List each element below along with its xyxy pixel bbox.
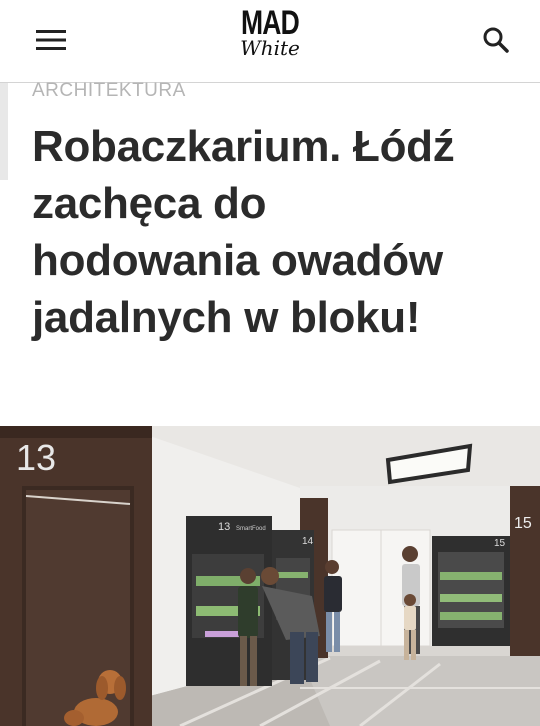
cabinet-number-14: 14 [302,536,314,547]
hero-illustration: 13 15 13 SmartFood 14 15 [0,426,540,726]
article-category[interactable]: ARCHITEKTURA [32,80,186,102]
site-logo[interactable]: MAD White [220,6,320,58]
article-title: Robaczkarium. Łódź zachęca do hodowania … [32,122,455,342]
cabinet-number-15: 15 [494,538,506,549]
door-number: 13 [16,437,56,478]
cabinet-label: SmartFood [236,526,266,532]
site-header: MAD White [0,0,540,83]
cabinet-number-13: 13 [218,521,230,533]
article-hero-image: 13 15 13 SmartFood 14 15 [0,426,540,726]
search-button[interactable] [478,22,514,58]
search-icon [483,27,509,53]
wall-number: 15 [514,515,532,532]
logo-mad-text: MAD [240,4,300,42]
hamburger-menu-icon [36,30,66,50]
menu-button[interactable] [30,24,72,56]
